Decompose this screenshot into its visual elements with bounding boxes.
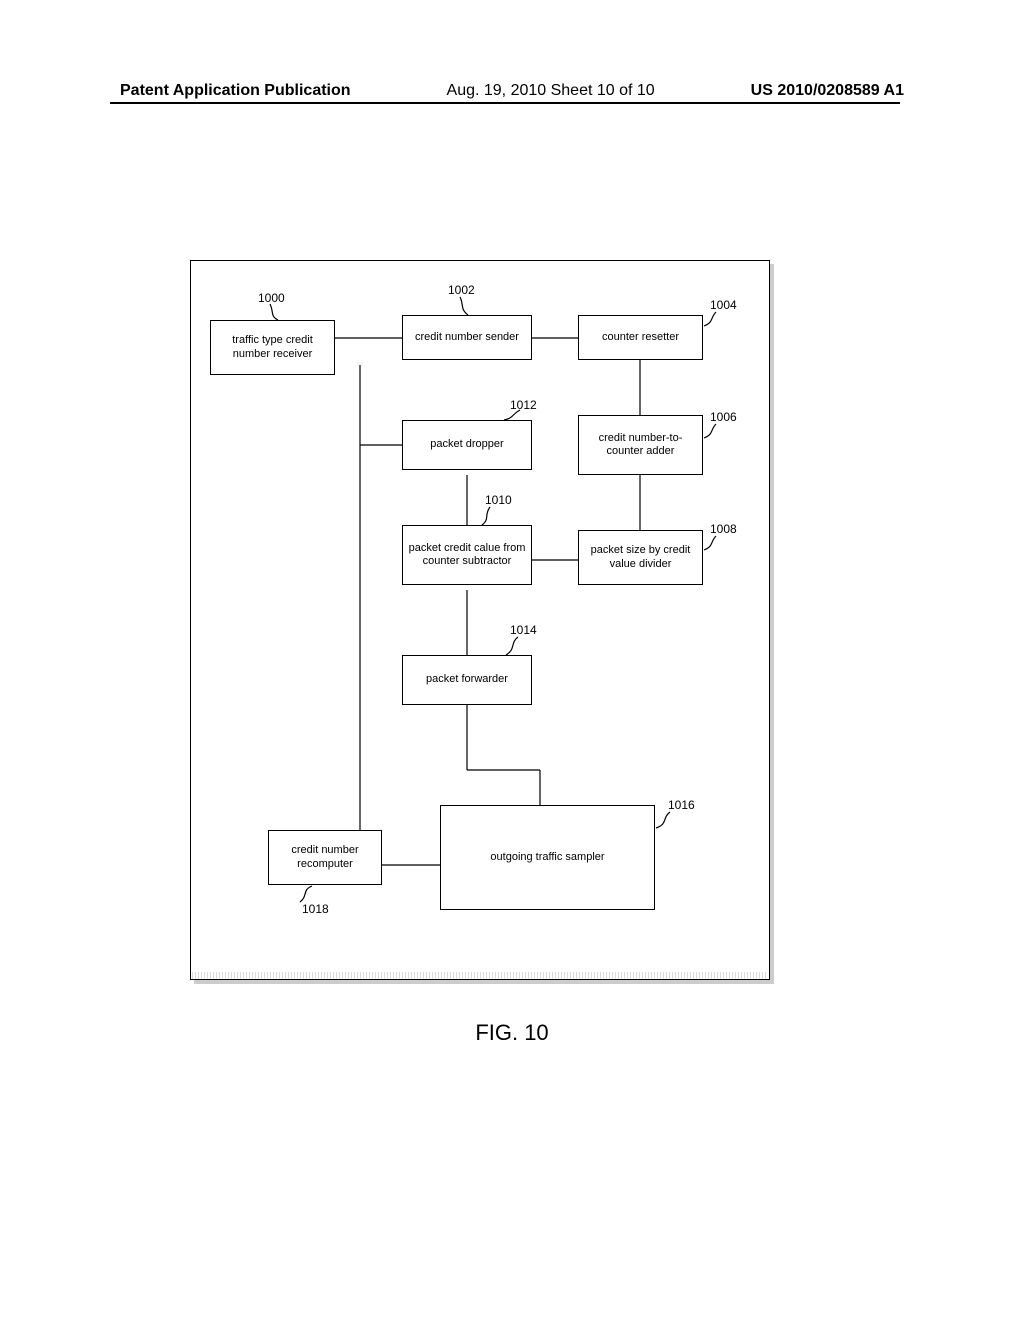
header-center: Aug. 19, 2010 Sheet 10 of 10 bbox=[447, 82, 655, 100]
box-credit-number-sender: credit number sender bbox=[402, 315, 532, 360]
box-credit-number-to-counter-adder: credit number-to-counter adder bbox=[578, 415, 703, 475]
box-traffic-type-credit-number-receiver: traffic type credit number receiver bbox=[210, 320, 335, 375]
box-label: packet size by credit value divider bbox=[583, 544, 698, 570]
leader-1004 bbox=[700, 310, 720, 330]
box-label: credit number recomputer bbox=[273, 844, 377, 870]
leader-1002 bbox=[458, 295, 478, 317]
leader-1006 bbox=[700, 422, 720, 442]
leader-1014 bbox=[502, 635, 524, 657]
box-label: counter resetter bbox=[602, 331, 679, 344]
leader-1016 bbox=[652, 810, 674, 832]
frame-texture bbox=[192, 972, 768, 979]
box-label: credit number sender bbox=[415, 331, 519, 344]
figure-label: FIG. 10 bbox=[0, 1020, 1024, 1046]
frame-shadow-bottom bbox=[194, 980, 774, 984]
box-packet-size-by-credit-value-divider: packet size by credit value divider bbox=[578, 530, 703, 585]
box-packet-dropper: packet dropper bbox=[402, 420, 532, 470]
box-outgoing-traffic-sampler: outgoing traffic sampler bbox=[440, 805, 655, 910]
box-label: traffic type credit number receiver bbox=[215, 334, 330, 360]
box-credit-number-recomputer: credit number recomputer bbox=[268, 830, 382, 885]
box-packet-credit-value-from-counter-subtractor: packet credit calue from counter subtrac… bbox=[402, 525, 532, 585]
box-label: outgoing traffic sampler bbox=[490, 851, 604, 864]
frame-shadow-right bbox=[770, 264, 774, 984]
box-label: packet dropper bbox=[430, 438, 503, 451]
header-rule bbox=[110, 102, 900, 104]
leader-1000 bbox=[268, 302, 288, 322]
leader-1008 bbox=[700, 534, 720, 554]
header-right: US 2010/0208589 A1 bbox=[751, 82, 904, 100]
box-label: packet credit calue from counter subtrac… bbox=[407, 542, 527, 568]
page-header: Patent Application Publication Aug. 19, … bbox=[0, 82, 1024, 100]
box-counter-resetter: counter resetter bbox=[578, 315, 703, 360]
leader-1012 bbox=[500, 408, 524, 424]
leader-1018 bbox=[296, 884, 318, 904]
leader-1010 bbox=[480, 505, 500, 527]
box-label: packet forwarder bbox=[426, 673, 508, 686]
header-left: Patent Application Publication bbox=[120, 82, 351, 100]
box-label: credit number-to-counter adder bbox=[583, 432, 698, 458]
box-packet-forwarder: packet forwarder bbox=[402, 655, 532, 705]
ref-1018: 1018 bbox=[302, 902, 329, 916]
